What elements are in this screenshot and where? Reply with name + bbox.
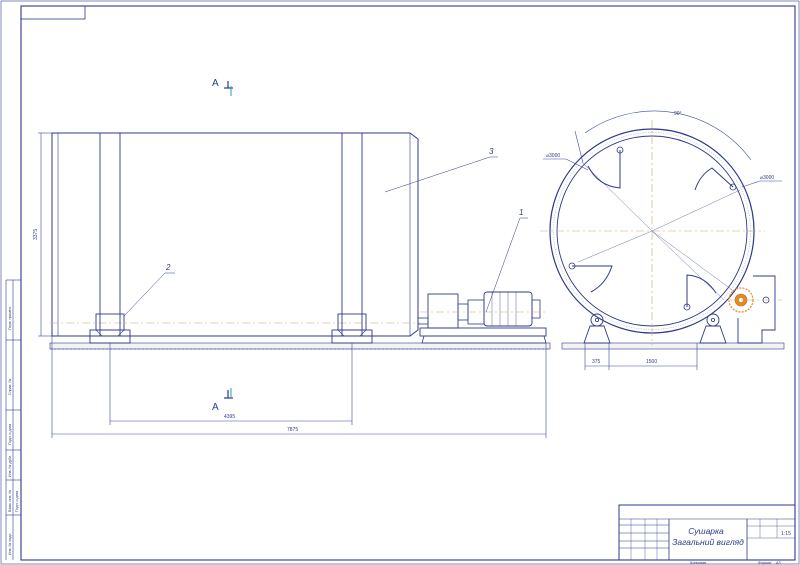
format-value: А3: [776, 561, 781, 565]
title-line-2: Загальний вигляд: [672, 537, 744, 547]
dim-drum-height: 3375: [33, 132, 52, 337]
stamp-cell-sign-date-1: Подп. и дата: [8, 424, 12, 445]
top-left-stamp-box: [20, 5, 86, 20]
outer-border: [0, 0, 800, 565]
stamp-cell-dup-inv: Инв. № дубл.: [8, 455, 12, 477]
callout-1: 1: [485, 208, 528, 313]
support-roller-right: [331, 313, 373, 344]
dim-overall-length: 7875: [51, 336, 547, 438]
stamp-cell-replace-inv: Взам. инв. №: [8, 490, 12, 512]
drum-tire-right: [341, 132, 363, 337]
stamp-cell-orig-inv: Инв. № подл.: [8, 533, 12, 555]
title-line-1: Сушарка: [688, 526, 724, 536]
side-stamp: Перв. примен. Справ. № Подп. и дата Инв.…: [5, 279, 21, 560]
lifting-flight-4: [686, 274, 717, 307]
section-roller-left: [583, 313, 611, 344]
dim-bearing-span: 4395: [109, 343, 353, 425]
scale-value: 1:15: [781, 531, 791, 537]
callout-label-3: 3: [489, 147, 494, 156]
lifting-flight-1: [587, 150, 621, 189]
callout-label-1: 1: [519, 208, 523, 217]
drive-pinion: [728, 275, 782, 344]
drum-side-view: 1 2 3 3375 4395 7875: [33, 132, 551, 438]
copied-by-label: Копіював: [690, 561, 706, 565]
dim-diameter-right: ⌀3000: [741, 175, 782, 188]
support-roller-left: [89, 313, 131, 344]
section-marker-top: A: [212, 78, 233, 96]
stamp-cell-ref-no: Справ. №: [8, 379, 12, 395]
section-marker-bottom: A: [212, 388, 233, 413]
drum-shell: [51, 132, 419, 337]
dim-label-support-span: 1500: [646, 359, 657, 365]
section-label-top: A: [212, 78, 219, 89]
callout-2: 2: [123, 263, 175, 317]
inner-frame: [20, 5, 796, 561]
section-label-bottom: A: [212, 402, 219, 413]
callout-label-2: 2: [165, 263, 171, 272]
section-foundation: [561, 342, 785, 350]
dim-label-height: 3375: [33, 229, 39, 240]
format-label: Формат: [758, 561, 772, 565]
callout-3: 3: [384, 147, 498, 193]
dim-label-angle: 90°: [674, 111, 682, 117]
dim-label-diameter-left: ⌀3000: [546, 153, 560, 159]
lifting-flight-2: [694, 167, 734, 191]
dim-label-offset: 375: [592, 359, 601, 365]
drawing-sheet: Перв. примен. Справ. № Подп. и дата Инв.…: [0, 0, 800, 565]
dim-label-bearing-span: 4395: [224, 414, 235, 420]
drum-tire-left: [99, 132, 121, 337]
dim-label-diameter-right: ⌀3000: [760, 175, 774, 181]
lifting-flight-3: [572, 265, 613, 293]
dim-label-overall-length: 7875: [287, 427, 298, 433]
stamp-cell-sign-date-2: Подп. и дата: [15, 491, 19, 512]
foundation-slab: [49, 342, 551, 350]
drive-unit: [417, 291, 547, 344]
drum-section-view: 90° ⌀3000 ⌀3000 375 1500: [540, 110, 785, 370]
stamp-cell-first-use: Перв. примен.: [8, 306, 12, 330]
title-block: Сушарка Загальний вигляд 1:15: [618, 504, 796, 561]
